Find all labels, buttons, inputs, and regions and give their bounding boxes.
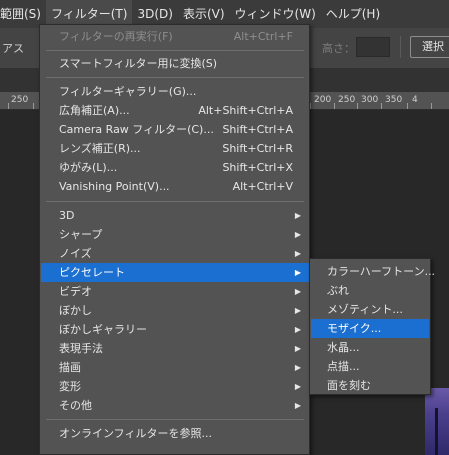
menu-item-sharpen[interactable]: シャープ ▶ [41, 225, 309, 244]
menu-separator [46, 77, 304, 78]
select-button[interactable]: 選択 [410, 36, 449, 58]
ruler-label: 350 [385, 95, 403, 105]
menu-item-noise[interactable]: ノイズ ▶ [41, 244, 309, 263]
submenu-arrow-icon: ▶ [294, 325, 301, 334]
submenu-item-mosaic[interactable]: モザイク... [311, 319, 429, 338]
menu-item-stylize[interactable]: 表現手法 ▶ [41, 339, 309, 358]
ruler-label: 250 [338, 95, 356, 105]
submenu-arrow-icon: ▶ [294, 249, 301, 258]
submenu-item-mezzotint[interactable]: メゾティント... [311, 300, 429, 319]
canvas-image [425, 388, 449, 455]
height-label: 高さ： [322, 42, 355, 55]
menu-item-convert-smart-filter[interactable]: スマートフィルター用に変換(S) [41, 54, 309, 73]
menu-item-vanishing-point[interactable]: Vanishing Point(V)... Alt+Ctrl+V [41, 177, 309, 196]
submenu-arrow-icon: ▶ [294, 287, 301, 296]
submenu-arrow-icon: ▶ [294, 363, 301, 372]
submenu-item-crystallize[interactable]: 水晶... [311, 338, 429, 357]
menu-item-render[interactable]: 描画 ▶ [41, 358, 309, 377]
menu-item-other[interactable]: その他 ▶ [41, 396, 309, 415]
height-input[interactable] [356, 37, 390, 57]
menu-separator [46, 50, 304, 51]
filter-menu: フィルターの再実行(F) Alt+Ctrl+F スマートフィルター用に変換(S) … [39, 24, 310, 455]
submenu-arrow-icon: ▶ [294, 211, 301, 220]
ruler-label: 200 [314, 95, 332, 105]
options-left-label: アス [2, 42, 24, 55]
menu-item-blur-gallery[interactable]: ぼかしギャラリー ▶ [41, 320, 309, 339]
submenu-item-pointillize[interactable]: 点描... [311, 357, 429, 376]
menu-separator [46, 201, 304, 202]
ruler-label: 250 [11, 95, 29, 105]
menu-item-adaptive-wide-angle[interactable]: 広角補正(A)... Alt+Shift+Ctrl+A [41, 101, 309, 120]
submenu-arrow-icon: ▶ [294, 306, 301, 315]
pixelate-submenu: カラーハーフトーン... ぶれ メゾティント... モザイク... 水晶... … [309, 258, 435, 395]
menu-help[interactable]: ヘルプ(H) [321, 0, 385, 28]
menu-item-blur[interactable]: ぼかし ▶ [41, 301, 309, 320]
menu-item-video[interactable]: ビデオ ▶ [41, 282, 309, 301]
submenu-arrow-icon: ▶ [294, 382, 301, 391]
menu-item-last-filter: フィルターの再実行(F) Alt+Ctrl+F [59, 30, 293, 43]
menu-item-pixelate[interactable]: ピクセレート ▶ [41, 263, 309, 282]
submenu-arrow-icon: ▶ [294, 230, 301, 239]
submenu-item-color-halftone[interactable]: カラーハーフトーン... [311, 262, 435, 281]
submenu-arrow-icon: ▶ [294, 344, 301, 353]
menu-item-3d[interactable]: 3D ▶ [41, 206, 309, 225]
menu-separator [46, 419, 304, 420]
ruler-label: 4 [412, 95, 418, 105]
submenu-item-facet[interactable]: 面を刻む [311, 376, 429, 395]
submenu-arrow-icon: ▶ [294, 401, 301, 410]
menu-item-lens-correction[interactable]: レンズ補正(R)... Shift+Ctrl+R [41, 139, 309, 158]
menu-item-filter-gallery[interactable]: フィルターギャラリー(G)... [41, 82, 309, 101]
options-divider [400, 36, 401, 58]
submenu-arrow-icon: ▶ [294, 268, 301, 277]
menu-item-camera-raw[interactable]: Camera Raw フィルター(C)... Shift+Ctrl+A [41, 120, 309, 139]
menu-item-liquify[interactable]: ゆがみ(L)... Shift+Ctrl+X [41, 158, 309, 177]
submenu-item-fragment[interactable]: ぶれ [311, 281, 429, 300]
ruler-label: 300 [361, 95, 379, 105]
menu-item-browse-online-filters[interactable]: オンラインフィルターを参照... [41, 424, 309, 443]
menu-item-distort[interactable]: 変形 ▶ [41, 377, 309, 396]
